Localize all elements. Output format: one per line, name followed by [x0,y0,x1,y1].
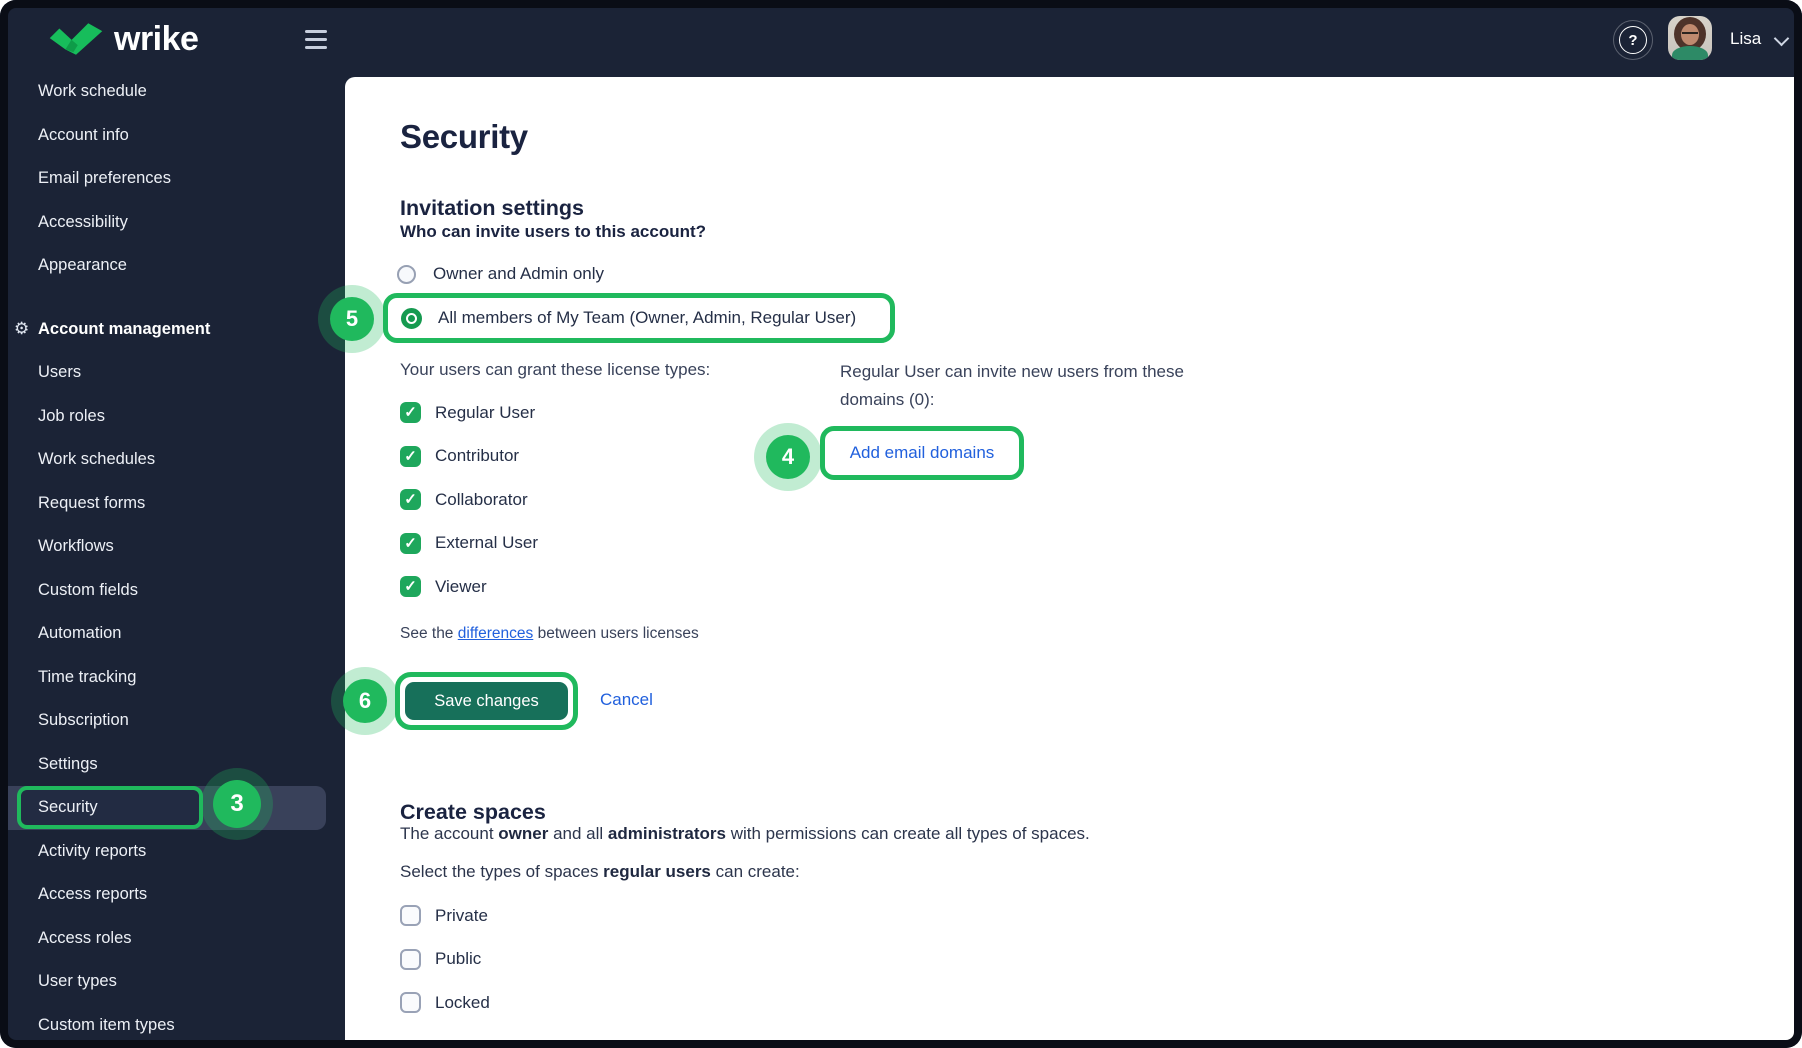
sidebar-item-access-reports[interactable]: Access reports [8,873,346,917]
page-title: Security [400,118,528,156]
checkbox-checked-icon[interactable] [400,532,421,554]
checkbox-viewer[interactable]: Viewer [400,565,538,609]
step-badge-6: 6 [331,667,399,735]
sidebar-item-subscription[interactable]: Subscription [8,699,346,743]
step-badge-5: 5 [318,285,386,353]
step-badge-3: 3 [201,768,273,840]
checkbox-checked-icon[interactable] [400,445,421,467]
main-panel: Security Invitation settings Who can inv… [318,77,1794,1040]
sidebar-item-request-forms[interactable]: Request forms [8,482,346,526]
sidebar-item-settings[interactable]: Settings [8,743,346,787]
checkbox-external-user[interactable]: External User [400,522,538,566]
checkbox-unchecked-icon[interactable] [400,948,421,970]
sidebar-item-custom-item-types[interactable]: Custom item types [8,1004,346,1048]
add-email-domains-link[interactable]: Add email domains [850,442,995,464]
licenses-label: Your users can grant these license types… [400,360,711,379]
cancel-link[interactable]: Cancel [600,688,653,712]
sidebar-item-email-preferences[interactable]: Email preferences [8,157,346,201]
sidebar-item-users[interactable]: Users [8,351,346,395]
sidebar-item-time-tracking[interactable]: Time tracking [8,656,346,700]
wrike-logo[interactable]: wrike [48,20,199,58]
checkbox-locked[interactable]: Locked [400,981,490,1025]
create-spaces-description: The account owner and all administrators… [400,824,1090,843]
app-window: wrike ? Lisa Work schedule Account info … [0,0,1802,1048]
sidebar-section-account-management[interactable]: Account management [8,308,346,352]
checkbox-regular-user[interactable]: Regular User [400,391,538,435]
checkbox-public[interactable]: Public [400,938,490,982]
space-type-checkbox-group: Private Public Locked [400,894,490,1025]
checkbox-checked-icon[interactable] [400,489,421,511]
license-checkbox-group: Regular User Contributor Collaborator Ex… [400,391,538,609]
sidebar-item-workflows[interactable]: Workflows [8,525,346,569]
radio-unselected-icon[interactable] [397,264,416,284]
invitation-settings-heading: Invitation settings [400,195,584,220]
sidebar-item-automation[interactable]: Automation [8,612,346,656]
save-annotation-outline: Save changes [395,672,578,730]
checkbox-checked-icon[interactable] [400,402,421,424]
question-mark-icon: ? [1619,26,1647,54]
differences-link[interactable]: differences [458,625,534,642]
add-email-domains-annotation-outline: Add email domains [820,426,1024,480]
create-spaces-select-line: Select the types of spaces regular users… [400,862,800,881]
sidebar-item-accessibility[interactable]: Accessibility [8,201,346,245]
hamburger-menu-icon[interactable] [305,30,327,49]
gear-icon [14,319,29,339]
wrike-logo-icon [49,23,103,55]
help-icon[interactable]: ? [1613,20,1653,60]
radio-selected-icon[interactable] [401,307,422,329]
checkbox-collaborator[interactable]: Collaborator [400,478,538,522]
checkbox-checked-icon[interactable] [400,576,421,598]
invite-question: Who can invite users to this account? [400,222,707,241]
checkbox-unchecked-icon[interactable] [400,992,421,1014]
user-menu[interactable]: Lisa [1730,28,1761,50]
sidebar-item-security[interactable]: Security 3 [8,768,326,840]
domains-label: Regular User can invite new users from t… [840,362,1184,409]
checkbox-contributor[interactable]: Contributor [400,435,538,479]
radio-all-members[interactable]: All members of My Team (Owner, Admin, Re… [383,293,895,343]
security-annotation-outline: Security [17,786,203,829]
radio-owner-admin-only[interactable]: Owner and Admin only [397,263,604,285]
sidebar-section-gap [8,288,346,308]
checkbox-private[interactable]: Private [400,894,490,938]
sidebar-item-appearance[interactable]: Appearance [8,244,346,288]
step-badge-4: 4 [754,423,822,491]
chevron-down-icon[interactable] [1773,30,1790,47]
top-bar: wrike ? Lisa [0,0,1802,77]
sidebar-item-job-roles[interactable]: Job roles [8,395,346,439]
differences-note: See the differences between users licens… [400,625,699,642]
sidebar-item-account-info[interactable]: Account info [8,114,346,158]
create-spaces-heading: Create spaces [400,799,546,824]
sidebar-item-user-types[interactable]: User types [8,960,346,1004]
sidebar-item-work-schedules[interactable]: Work schedules [8,438,346,482]
avatar[interactable] [1668,16,1712,60]
sidebar: Work schedule Account info Email prefere… [8,70,346,1047]
save-changes-button[interactable]: Save changes [405,682,568,720]
sidebar-item-custom-fields[interactable]: Custom fields [8,569,346,613]
wrike-wordmark: wrike [114,20,199,58]
sidebar-item-activity-reports[interactable]: Activity reports [8,830,346,874]
checkbox-unchecked-icon[interactable] [400,905,421,927]
sidebar-item-access-roles[interactable]: Access roles [8,917,346,961]
